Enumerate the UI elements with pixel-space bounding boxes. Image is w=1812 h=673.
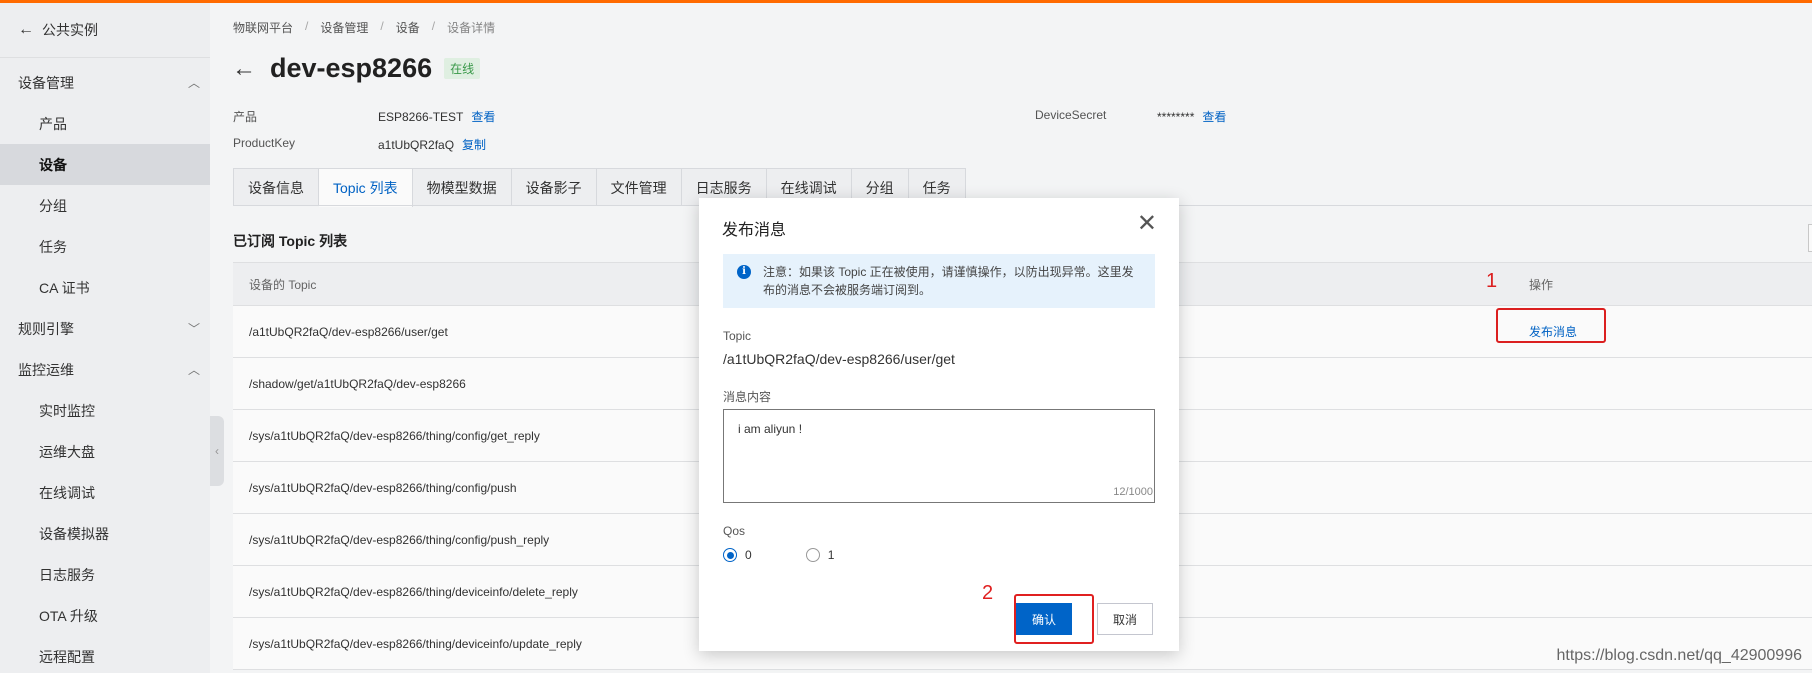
message-content-input[interactable]: i am aliyun !	[723, 409, 1155, 503]
top-accent-bar	[0, 0, 1812, 3]
cancel-button[interactable]: 取消	[1097, 603, 1153, 635]
radio-checked-icon[interactable]	[723, 548, 737, 562]
notice-line-1: 注意：如果该 Topic 正在被使用，请谨慎操作，以防出现异常。这里发	[763, 265, 1134, 279]
char-counter: 12/1000	[1113, 486, 1153, 498]
publish-message-dialog: 发布消息 ✕ i 注意：如果该 Topic 正在被使用，请谨慎操作，以防出现异常…	[699, 198, 1179, 651]
qos-option-label: 0	[745, 548, 752, 562]
qos-radio-group: 0 1	[723, 548, 888, 562]
watermark: https://blog.csdn.net/qq_42900996	[1556, 647, 1802, 664]
qos-option-label: 1	[827, 548, 835, 562]
annotation-step-2: 2	[982, 582, 994, 604]
notice-line-2: 布的消息不会被服务端订阅到。	[763, 283, 932, 297]
qos-option-0[interactable]: 0	[723, 548, 752, 562]
radio-unchecked-icon[interactable]	[805, 548, 820, 562]
confirm-button[interactable]: 确认	[1016, 603, 1072, 635]
notice-box: i 注意：如果该 Topic 正在被使用，请谨慎操作，以防出现异常。这里发 布的…	[723, 254, 1155, 308]
dialog-title: 发布消息	[722, 222, 787, 239]
qos-option-1[interactable]: 1	[805, 548, 835, 562]
topic-label: Topic	[723, 329, 752, 343]
topic-value: /a1tUbQR2faQ/dev-esp8266/user/get	[723, 351, 955, 367]
close-icon[interactable]: ✕	[1137, 212, 1157, 236]
content-label: 消息内容	[723, 390, 772, 404]
qos-label: Qos	[723, 524, 746, 538]
info-icon: i	[737, 265, 751, 279]
